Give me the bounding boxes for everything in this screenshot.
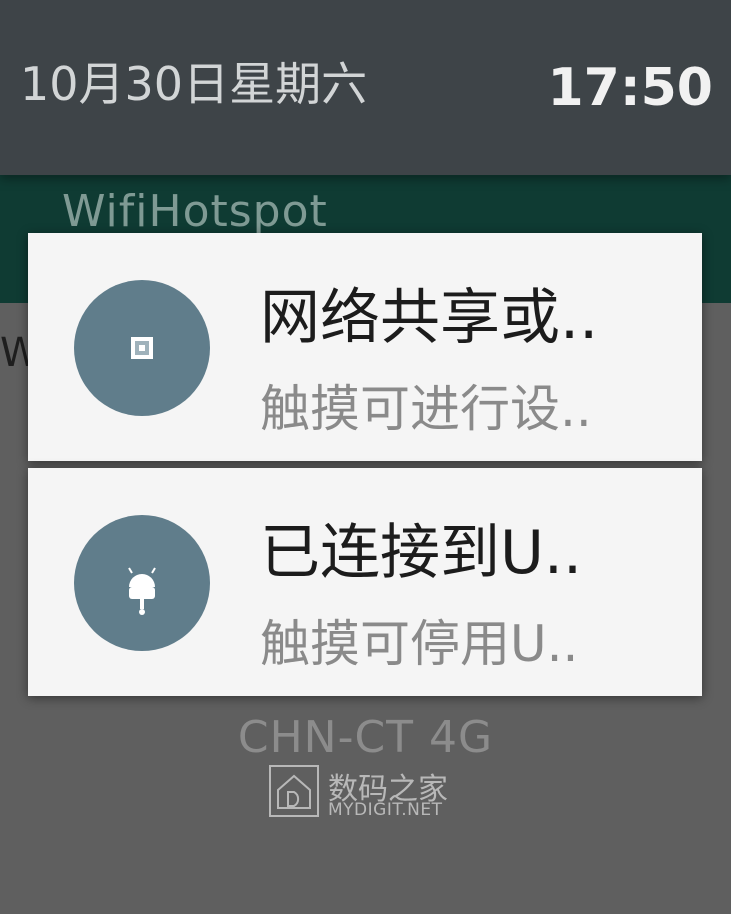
notification-subtitle: 触摸可进行设.. [260, 380, 592, 438]
background-app-title: WifiHotspot [62, 186, 328, 237]
status-time: 17:50 [547, 58, 713, 118]
hotspot-icon [74, 280, 210, 416]
status-date: 10月30日星期六 [20, 57, 368, 111]
notification-title: 网络共享或.. [260, 283, 599, 353]
watermark: 数码之家 MYDIGIT.NET [268, 764, 468, 822]
notification-header: 10月30日星期六 17:50 [0, 0, 731, 175]
notification-usb-connected[interactable]: 已连接到U.. 触摸可停用U.. [28, 468, 702, 696]
usb-android-icon [74, 515, 210, 651]
watermark-logo-icon [269, 765, 319, 817]
notification-subtitle: 触摸可停用U.. [260, 615, 579, 673]
carrier-label: CHN-CT 4G [237, 712, 494, 763]
notification-title: 已连接到U.. [260, 518, 583, 588]
notification-tethering[interactable]: 网络共享或.. 触摸可进行设.. [28, 233, 702, 461]
watermark-name-en: MYDIGIT.NET [328, 800, 443, 820]
